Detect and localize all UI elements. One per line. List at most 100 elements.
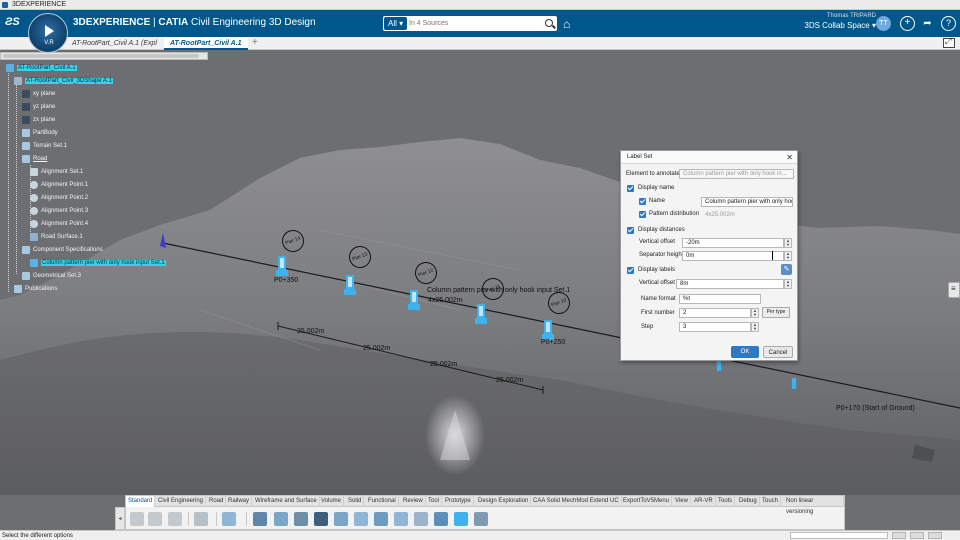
tab-explorer[interactable]: AT-RootPart_Civil A.1 (Expl [66, 37, 163, 50]
display-labels-checkbox[interactable] [627, 267, 634, 274]
collab-space-selector[interactable]: 3DS Collab Space ▾ [780, 21, 876, 30]
tab-solid[interactable]: Solid [346, 496, 365, 507]
first-number-field[interactable]: 2 [679, 308, 751, 318]
tab-caa-solid[interactable]: CAA Solid MechMod Extend UC [531, 496, 622, 507]
vertical-offset-field[interactable]: -20m [682, 238, 784, 248]
tree-item-road[interactable]: Road [22, 153, 47, 165]
name-field[interactable]: Column pattern pier with only hoo [701, 197, 793, 207]
cancel-button[interactable]: Cancel [763, 346, 793, 358]
pattern-tool-icon[interactable] [414, 512, 428, 526]
cut-icon[interactable] [130, 512, 144, 526]
tree-item-yz-plane[interactable]: yz plane [22, 101, 55, 113]
share-icon[interactable]: ➦ [920, 16, 935, 31]
tab-civil-engineering[interactable]: Civil Engineering [156, 496, 207, 507]
separator-height-stepper[interactable]: ▲ ▼ [784, 251, 792, 261]
tag-icon[interactable]: ⌂ [563, 17, 570, 31]
label-tool-icon[interactable] [474, 512, 488, 526]
tree-item-column-pattern[interactable]: Column pattern pier with only hook input… [30, 257, 166, 269]
tree-item-road-surface[interactable]: Road Surface.1 [30, 231, 83, 243]
status-button[interactable] [928, 532, 942, 539]
tab-design-exploration[interactable]: Design Exploration [476, 496, 532, 507]
status-button[interactable] [892, 532, 906, 539]
tab-touch[interactable]: Touch [760, 496, 782, 507]
pier-tool-icon[interactable] [454, 512, 468, 526]
terrain-icon[interactable] [274, 512, 288, 526]
first-number-stepper[interactable]: ▲ ▼ [751, 308, 759, 318]
ok-button[interactable]: OK [731, 346, 759, 358]
fullscreen-icon[interactable] [943, 37, 955, 48]
search-input[interactable] [409, 17, 534, 30]
undo-icon[interactable] [194, 512, 208, 526]
separator-height-field[interactable]: 0m [682, 251, 784, 261]
tab-volume[interactable]: Volume [319, 496, 345, 507]
tab-rootpart[interactable]: AT-RootPart_Civil A.1 [164, 37, 248, 50]
add-tab-icon[interactable]: + [252, 37, 258, 49]
search-scope-dropdown[interactable]: All ▾ [384, 17, 408, 30]
close-icon[interactable]: ✕ [786, 151, 793, 164]
copy-icon[interactable] [148, 512, 162, 526]
tab-railway[interactable]: Railway [226, 496, 253, 507]
grid-icon[interactable] [294, 512, 308, 526]
tree-item-terrain-set[interactable]: Terrain Set.1 [22, 140, 67, 152]
tree-item-alignment-point-2[interactable]: Alignment Point.2 [30, 192, 88, 204]
tree-item-geometrical-set[interactable]: Geometrical Set.3 [22, 270, 81, 282]
tab-non-linear-versioning[interactable]: Non linear versioning [784, 496, 844, 515]
status-input[interactable] [790, 532, 888, 539]
tree-item-3dshape[interactable]: AT-RootPart_Civil_3DShape A.1 [14, 75, 113, 87]
status-button[interactable] [910, 532, 924, 539]
tab-review[interactable]: Review [401, 496, 426, 507]
user-block[interactable]: Thomas TRIPARD 3DS Collab Space ▾ [780, 13, 876, 30]
tree-item-publications[interactable]: Publications [14, 283, 57, 295]
scroll-thumb[interactable] [3, 54, 199, 58]
tree-item-component-specifications[interactable]: Component Specifications [22, 244, 103, 256]
tree-item-xy-plane[interactable]: xy plane [22, 88, 55, 100]
tab-debug[interactable]: Debug [737, 496, 760, 507]
tab-wireframe[interactable]: Wireframe and Surface [253, 496, 320, 507]
side-panel-tab[interactable] [948, 282, 960, 298]
tab-road[interactable]: Road [207, 496, 227, 507]
road-icon[interactable] [354, 512, 368, 526]
search-icon[interactable] [545, 19, 553, 27]
pick-label-icon[interactable]: ✎ [781, 264, 792, 275]
display-distances-checkbox[interactable] [627, 227, 634, 234]
tree-item-alignment-point-4[interactable]: Alignment Point.4 [30, 218, 88, 230]
tab-tools[interactable]: Tools [716, 496, 736, 507]
name-checkbox[interactable] [639, 198, 646, 205]
step-stepper[interactable]: ▲ ▼ [751, 322, 759, 332]
name-format-field[interactable]: %t [679, 294, 761, 304]
search-box[interactable]: All ▾ [383, 16, 557, 31]
step-field[interactable]: 3 [679, 322, 751, 332]
tree-item-partbody[interactable]: PartBody [22, 127, 58, 139]
tab-view[interactable]: View [673, 496, 691, 507]
table-icon[interactable] [314, 512, 328, 526]
element-to-annotate-field[interactable]: Column pattern pier with only hook in... [679, 169, 794, 179]
labels-vertical-offset-stepper[interactable]: ▲ ▼ [784, 279, 792, 289]
3d-viewport[interactable]: Pier 14 Pier 13 Pier 12 Pier 11 Pier 10 … [0, 50, 960, 495]
bridge-icon[interactable] [374, 512, 388, 526]
avatar[interactable]: TT [876, 16, 891, 31]
tab-export-v5[interactable]: ExportToV5Menu [621, 496, 673, 507]
tab-prototype[interactable]: Prototype [443, 496, 474, 507]
tree-item-root[interactable]: AT-RootPart_Civil A.1 [6, 62, 77, 74]
tab-functional[interactable]: Functional [366, 496, 399, 507]
column-icon[interactable] [434, 512, 448, 526]
display-name-checkbox[interactable] [627, 185, 634, 192]
tree-scrollbar[interactable] [0, 52, 208, 60]
ds-logo-icon[interactable]: ƧS [5, 16, 20, 28]
tree-item-alignment-point-1[interactable]: Alignment Point.1 [30, 179, 88, 191]
help-icon[interactable]: ? [941, 16, 956, 31]
tree-item-alignment-point-3[interactable]: Alignment Point.3 [30, 205, 88, 217]
labels-vertical-offset-field[interactable]: 8m [676, 279, 784, 289]
vertical-offset-stepper[interactable]: ▲ ▼ [784, 238, 792, 248]
plus-icon[interactable]: + [900, 16, 915, 31]
update-icon[interactable] [222, 512, 236, 526]
surface-tool-icon[interactable] [394, 512, 408, 526]
measure-icon[interactable] [253, 512, 267, 526]
action-bar-collapse-icon[interactable]: ◂ [115, 507, 125, 530]
tab-tool[interactable]: Tool [426, 496, 443, 507]
link-icon[interactable] [334, 512, 348, 526]
compass-widget[interactable]: V.R [28, 13, 68, 53]
tab-standard[interactable]: Standard [126, 496, 156, 507]
tree-item-zx-plane[interactable]: zx plane [22, 114, 55, 126]
paste-icon[interactable] [168, 512, 182, 526]
